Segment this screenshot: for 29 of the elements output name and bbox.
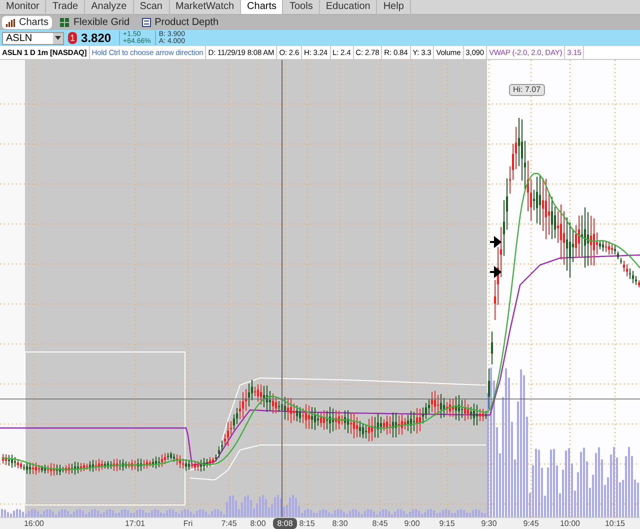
sub-tab[interactable]: Charts: [2, 16, 52, 29]
time-axis-label: Fri: [182, 518, 194, 529]
time-axis-label: 9:00: [403, 518, 421, 529]
time-axis-label: 10:00: [558, 518, 582, 529]
arrow-icon: [489, 237, 502, 247]
grid-icon: [60, 18, 70, 27]
high-price-label: Hi: 7.07: [509, 84, 545, 96]
list-icon: [142, 18, 151, 27]
time-axis-label: 8:08: [273, 518, 297, 529]
top-tab[interactable]: Charts: [241, 0, 284, 14]
time-axis-label: 10:15: [604, 518, 626, 529]
time-axis-label: 17:01: [124, 518, 146, 529]
time-axis-label: 7:45: [220, 518, 238, 529]
time-axis-label: 9:45: [522, 518, 540, 529]
time-axis-label: 9:30: [480, 518, 498, 529]
arrow-icon: [489, 267, 502, 277]
time-axis-label: 8:00: [249, 518, 267, 529]
last-price: 3.820: [81, 31, 112, 45]
dropdown-caret-icon: [55, 36, 61, 40]
time-axis-label: 8:15: [298, 518, 316, 529]
alert-badge[interactable]: 1: [68, 32, 78, 44]
symbol-dropdown[interactable]: ASLN: [2, 32, 64, 44]
time-axis-label: 8:30: [331, 518, 349, 529]
time-axis-label: 9:15: [438, 518, 456, 529]
sub-tab[interactable]: Flexible Grid: [56, 16, 134, 29]
sub-tab[interactable]: Product Depth: [138, 16, 223, 29]
time-axis-label: 8:45: [371, 518, 389, 529]
bar-chart-icon: [6, 18, 15, 26]
time-axis-label: 16:00: [22, 518, 46, 529]
